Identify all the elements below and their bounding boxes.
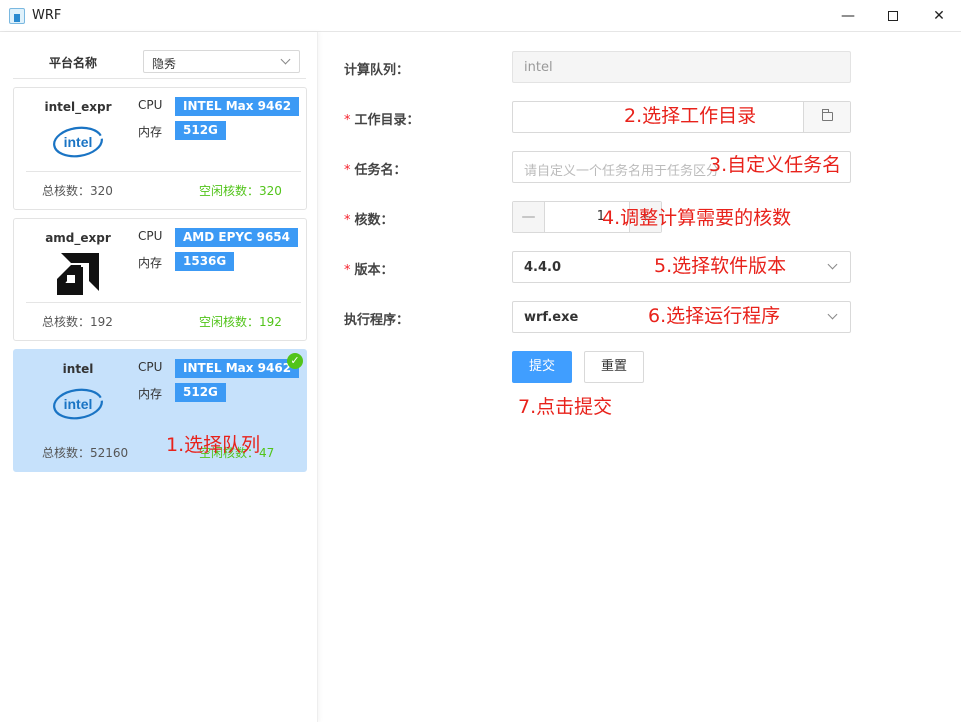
amd-logo-icon xyxy=(57,253,99,295)
queue-field: intel xyxy=(512,51,851,83)
required-mark: * xyxy=(344,213,351,228)
queue-card-amd-expr[interactable]: amd_expr CPU AMD EPYC 9654 内存 1536G 总核数：… xyxy=(13,218,307,341)
taskname-placeholder: 请自定义一个任务名用于任务区分 xyxy=(524,164,720,179)
queue-name: amd_expr xyxy=(45,231,111,245)
memory-label: 内存 xyxy=(138,256,163,270)
queue-card-intel[interactable]: intel intel CPU INTEL Max 9462 内存 512G 总… xyxy=(13,349,307,472)
memory-badge: 512G xyxy=(175,383,226,402)
app-icon xyxy=(9,8,25,24)
title-bar: WRF — ✕ xyxy=(0,0,961,32)
window-title: WRF xyxy=(32,8,62,23)
platform-select[interactable]: 隐秀 xyxy=(143,50,300,73)
program-value: wrf.exe xyxy=(524,310,579,325)
platform-filter: 平台名称 隐秀 xyxy=(13,46,306,79)
chevron-down-icon xyxy=(827,259,838,270)
folder-icon xyxy=(822,109,833,121)
svg-text:intel: intel xyxy=(64,134,93,150)
decrement-button[interactable]: — xyxy=(513,202,545,232)
queue-name: intel_expr xyxy=(44,100,112,114)
annotation-step4: 4.调整计算需要的核数 xyxy=(602,207,792,229)
free-cores: 空闲核数：320 xyxy=(199,184,282,198)
cpu-label: CPU xyxy=(138,360,163,374)
maximize-button[interactable] xyxy=(881,4,905,28)
cpu-label: CPU xyxy=(138,98,163,112)
card-divider xyxy=(26,302,301,303)
version-label: * 版本： xyxy=(344,263,394,278)
taskname-label: * 任务名： xyxy=(344,163,407,178)
annotation-step5: 5.选择软件版本 xyxy=(654,255,787,277)
free-cores: 空闲核数：192 xyxy=(199,315,282,329)
queue-card-intel-expr[interactable]: intel_expr intel CPU INTEL Max 9462 内存 5… xyxy=(13,87,307,210)
browse-folder-button[interactable] xyxy=(803,102,850,132)
cpu-badge: INTEL Max 9462 xyxy=(175,97,300,116)
total-cores: 总核数：192 xyxy=(42,315,113,329)
memory-label: 内存 xyxy=(138,387,163,401)
cores-label: * 核数： xyxy=(344,213,394,228)
program-label: 执行程序： xyxy=(344,313,410,328)
annotation-step2: 2.选择工作目录 xyxy=(624,105,757,127)
queue-value: intel xyxy=(524,60,553,75)
card-divider xyxy=(26,171,301,172)
reset-button[interactable]: 重置 xyxy=(584,351,644,383)
required-mark: * xyxy=(344,263,351,278)
intel-logo-icon: intel xyxy=(53,388,103,420)
svg-text:intel: intel xyxy=(64,396,93,412)
queue-name: intel xyxy=(62,362,94,376)
maximize-icon xyxy=(888,11,898,21)
queue-sidebar: 平台名称 隐秀 intel_expr intel CPU INTEL Max 9… xyxy=(0,32,318,722)
total-cores: 总核数：320 xyxy=(42,184,113,198)
intel-logo-icon: intel xyxy=(53,126,103,158)
memory-badge: 512G xyxy=(175,121,226,140)
total-cores: 总核数：52160 xyxy=(42,446,129,460)
chevron-down-icon xyxy=(827,309,838,320)
memory-badge: 1536G xyxy=(175,252,235,271)
platform-select-value: 隐秀 xyxy=(152,57,177,71)
chevron-down-icon xyxy=(280,54,291,65)
queue-label: 计算队列： xyxy=(344,63,410,78)
cpu-badge: INTEL Max 9462 xyxy=(175,359,300,378)
annotation-step1: 1.选择队列 xyxy=(166,434,261,456)
memory-label: 内存 xyxy=(138,125,163,139)
version-value: 4.4.0 xyxy=(524,260,562,275)
required-mark: * xyxy=(344,113,351,128)
annotation-step3: 3.自定义任务名 xyxy=(709,154,842,176)
platform-label: 平台名称 xyxy=(49,56,98,70)
submit-button[interactable]: 提交 xyxy=(512,351,572,383)
annotation-step7: 7.点击提交 xyxy=(518,396,613,418)
minimize-button[interactable]: — xyxy=(836,4,860,28)
cores-value[interactable]: 1 xyxy=(545,202,609,232)
cpu-badge: AMD EPYC 9654 xyxy=(175,228,299,247)
close-button[interactable]: ✕ xyxy=(927,4,951,28)
required-mark: * xyxy=(344,163,351,178)
selected-check-icon: ✓ xyxy=(287,353,303,369)
workdir-label: * 工作目录： xyxy=(344,113,420,128)
cpu-label: CPU xyxy=(138,229,163,243)
annotation-step6: 6.选择运行程序 xyxy=(648,305,781,327)
